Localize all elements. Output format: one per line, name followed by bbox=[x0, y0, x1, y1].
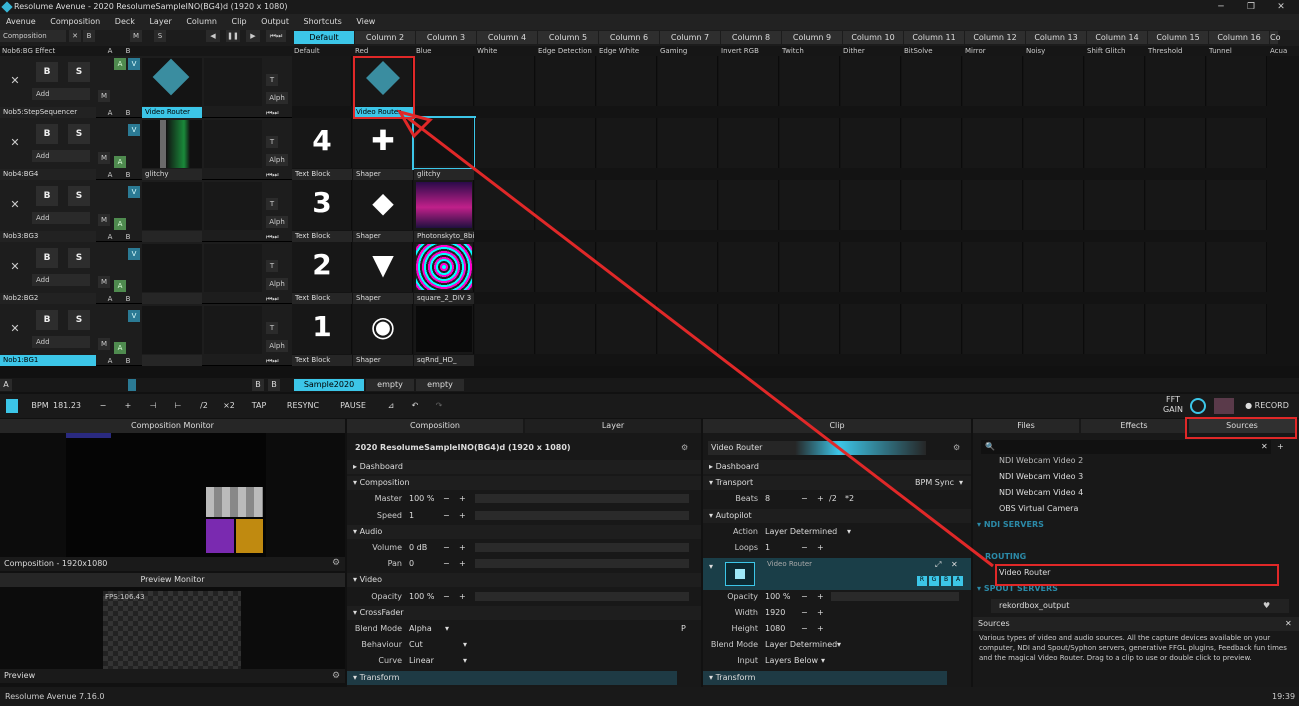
annotation-arrow bbox=[396, 109, 994, 568]
arrow-line bbox=[407, 116, 994, 568]
